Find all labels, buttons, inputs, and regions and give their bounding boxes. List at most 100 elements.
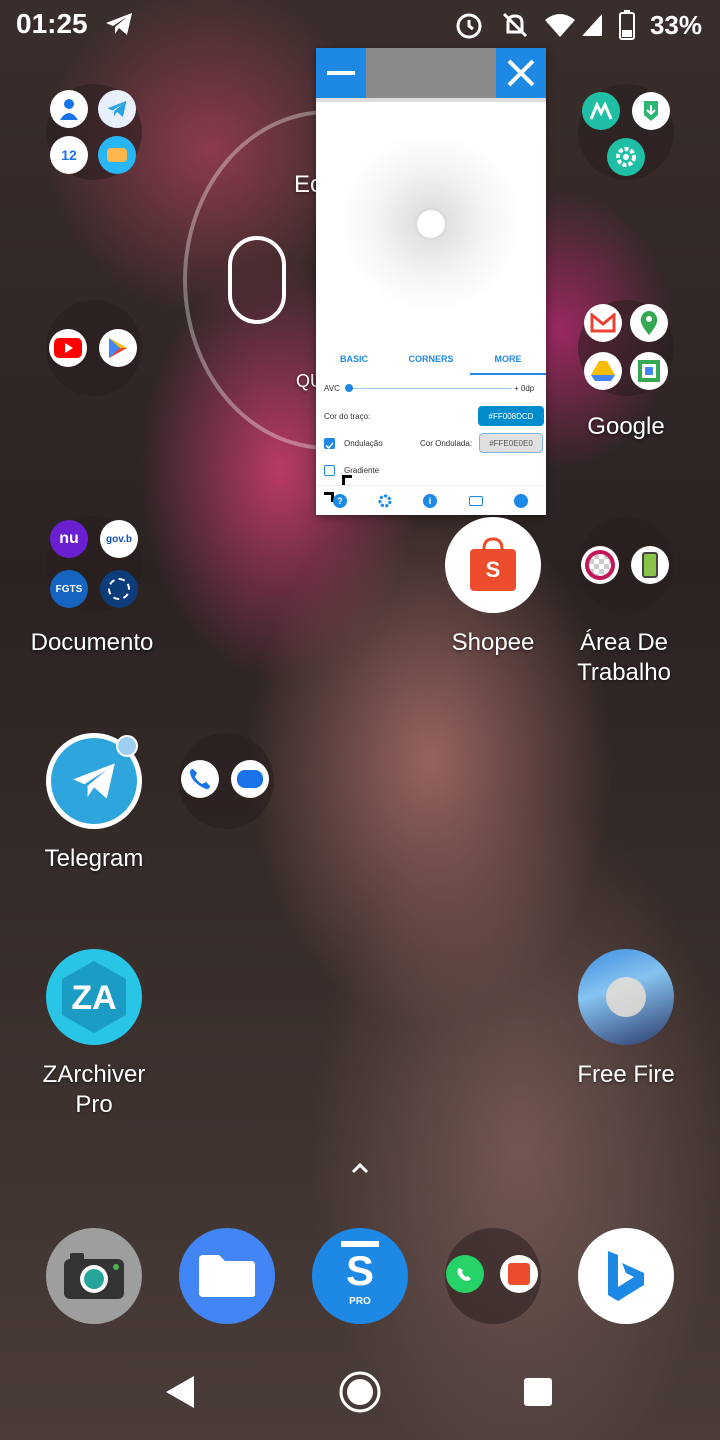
avc-slider[interactable] <box>348 388 512 389</box>
clock-widget-pill <box>228 236 286 324</box>
receita-icon <box>100 570 138 608</box>
drive-icon <box>584 352 622 390</box>
back-icon[interactable] <box>164 1374 196 1410</box>
svg-text:S: S <box>346 1247 374 1294</box>
close-icon <box>507 59 535 87</box>
folder-area-de-trabalho[interactable] <box>578 517 674 613</box>
camera-icon <box>64 1253 124 1299</box>
floating-button-window[interactable]: BASIC CORNERS MORE AVC + 0dp Cor do traç… <box>316 48 546 515</box>
ripple-checkbox[interactable] <box>324 438 335 450</box>
shopee-icon: S <box>470 537 516 591</box>
preview-knob[interactable] <box>417 210 445 238</box>
whatsapp-icon <box>446 1255 484 1293</box>
freefire-label: Free Fire <box>577 1061 675 1088</box>
avc-label: AVC <box>324 384 340 393</box>
signal-icon <box>582 14 602 36</box>
photos-icon <box>630 352 668 390</box>
tab-corners[interactable]: CORNERS <box>393 354 469 364</box>
mute-icon <box>502 12 528 38</box>
tab-basic[interactable]: BASIC <box>316 354 392 364</box>
calendar-icon: 12 <box>50 136 88 174</box>
telegram-app[interactable] <box>46 733 142 829</box>
telegram-mini-icon <box>98 90 136 128</box>
message-app-icon <box>98 136 136 174</box>
minimize-button[interactable] <box>316 48 366 98</box>
zarchiver-app[interactable]: ZA <box>46 949 142 1045</box>
alarm-icon <box>456 13 482 39</box>
phone-app-icon <box>631 546 669 584</box>
svg-text:ZA: ZA <box>71 979 116 1017</box>
phone-icon <box>181 760 219 798</box>
window-bottom-bar: ? i <box>316 485 546 515</box>
bing-app[interactable] <box>578 1228 674 1324</box>
close-button[interactable] <box>496 48 546 98</box>
files-icon <box>199 1255 255 1297</box>
zarchiver-label-line1: ZArchiver <box>42 1061 146 1088</box>
telegram-icon <box>106 13 132 35</box>
motorola-icon <box>582 92 620 130</box>
avc-value: + 0dp <box>514 384 535 393</box>
files-app[interactable] <box>179 1228 275 1324</box>
info-icon[interactable]: i <box>423 494 437 508</box>
gov-icon: gov.b <box>100 520 138 558</box>
avc-slider-thumb[interactable] <box>345 384 353 392</box>
download-icon <box>632 92 670 130</box>
area-label-line1: Área De <box>579 629 669 656</box>
active-tab-indicator <box>470 373 546 375</box>
ripple-color-button[interactable]: #FFE0E0E0 <box>479 433 543 453</box>
ripple-label: Ondulação <box>344 439 383 448</box>
battery-percent: 33% <box>649 10 702 40</box>
sketchware-pro-app[interactable]: S PRO <box>312 1228 408 1324</box>
chevron-up-icon[interactable] <box>348 1160 372 1176</box>
folder-documento[interactable]: nu gov.b FGTS <box>46 516 142 612</box>
navigation-bar <box>0 1340 720 1440</box>
notification-dot <box>116 735 138 757</box>
minimize-icon <box>327 71 355 75</box>
status-bar: 01:25 33% <box>0 0 720 52</box>
wifi-icon <box>545 14 575 37</box>
gradient-checkbox[interactable] <box>324 465 335 476</box>
shopee-app[interactable]: S <box>445 517 541 613</box>
keyboard-icon[interactable] <box>469 496 483 506</box>
status-time: 01:25 <box>16 8 88 39</box>
folder-motorola[interactable] <box>578 84 674 180</box>
stroke-color-button[interactable]: #FF008DCD <box>478 406 544 426</box>
folder-whatsapp-shopee[interactable] <box>445 1228 541 1324</box>
folder-top-left[interactable]: 12 <box>46 84 142 180</box>
battery-icon <box>619 10 635 40</box>
folder-google-media[interactable] <box>46 300 142 396</box>
folder-google[interactable] <box>578 300 674 396</box>
gradient-label: Gradiente <box>344 466 380 475</box>
folder-google-label: Google <box>587 413 665 440</box>
fgts-icon: FGTS <box>50 570 88 608</box>
play-store-icon <box>99 329 137 367</box>
background-eraser-icon <box>581 546 619 584</box>
help-icon[interactable]: ? <box>333 494 347 508</box>
youtube-icon <box>49 329 87 367</box>
palette-icon[interactable] <box>514 494 528 508</box>
zarchiver-label-line2: Pro <box>75 1091 113 1118</box>
zarchiver-icon: ZA <box>62 961 126 1033</box>
bing-icon <box>608 1251 644 1301</box>
maps-icon <box>630 304 668 342</box>
camera-app[interactable] <box>46 1228 142 1324</box>
home-icon[interactable] <box>338 1370 382 1414</box>
nubank-icon: nu <box>50 520 88 558</box>
messages-icon <box>231 760 269 798</box>
freefire-icon <box>606 977 646 1017</box>
gmail-icon <box>584 304 622 342</box>
telegram-label: Telegram <box>44 845 144 872</box>
resize-handle-top[interactable] <box>342 475 352 485</box>
gear-icon[interactable] <box>378 494 392 508</box>
folder-documento-label: Documento <box>30 629 154 656</box>
sketchware-pro-badge: PRO <box>349 1296 371 1307</box>
freefire-app[interactable] <box>578 949 674 1045</box>
shopee-label: Shopee <box>451 629 535 656</box>
tab-more[interactable]: MORE <box>470 354 546 364</box>
ripple-color-label: Cor Ondulada: <box>420 439 473 448</box>
contacts-icon <box>50 90 88 128</box>
stroke-color-label: Cor do traço: <box>324 412 371 421</box>
svg-text:S: S <box>486 557 501 582</box>
recents-icon[interactable] <box>522 1376 554 1408</box>
folder-phone-messages[interactable] <box>178 733 274 829</box>
